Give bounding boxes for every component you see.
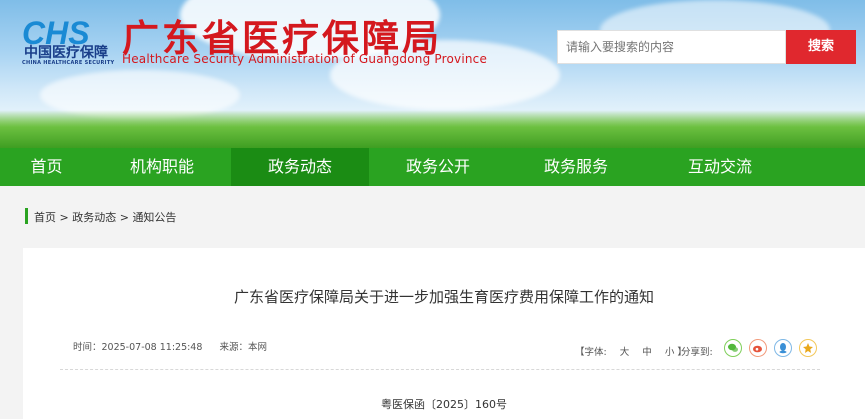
article-title: 广东省医疗保障局关于进一步加强生育医疗费用保障工作的通知 xyxy=(233,288,654,306)
nav-item-home[interactable]: 首页 xyxy=(0,148,93,186)
breadcrumb-marker xyxy=(25,208,28,224)
share-label: 分享到: xyxy=(681,347,713,358)
meta-divider xyxy=(60,369,820,370)
breadcrumb-separator: > xyxy=(119,211,129,224)
font-size-medium[interactable]: 中 xyxy=(642,347,652,358)
article-meta: 时间：2025-07-08 11:25:48 来源：本网 xyxy=(73,339,281,353)
wechat-icon[interactable] xyxy=(724,339,742,357)
logo-en-text: CHINA HEALTHCARE SECURITY xyxy=(22,60,115,66)
search-input[interactable] xyxy=(557,30,786,64)
font-size-label: 【字体: xyxy=(575,347,607,358)
breadcrumb-separator: > xyxy=(59,211,69,224)
publish-time: 时间：2025-07-08 11:25:48 xyxy=(73,342,203,353)
grass-decoration xyxy=(0,110,865,148)
breadcrumb-news[interactable]: 政务动态 xyxy=(72,211,116,224)
nav-item-news[interactable]: 政务动态 xyxy=(231,148,369,186)
article-panel: 广东省医疗保障局关于进一步加强生育医疗费用保障工作的通知 时间：2025-07-… xyxy=(23,248,865,419)
document-number: 粤医保函〔2025〕160号 xyxy=(381,398,507,411)
breadcrumb: 首页 > 政务动态 > 通知公告 xyxy=(34,209,176,225)
logo-cn-text[interactable]: 中国医疗保障 xyxy=(24,42,108,62)
breadcrumb-notice[interactable]: 通知公告 xyxy=(132,211,176,224)
site-header: CHS 中国医疗保障 CHINA HEALTHCARE SECURITY 广东省… xyxy=(0,0,865,148)
font-size-large[interactable]: 大 xyxy=(620,347,630,358)
qzone-icon[interactable] xyxy=(799,339,817,357)
qq-icon[interactable] xyxy=(774,339,792,357)
main-nav: 首页 机构职能 政务动态 政务公开 政务服务 互动交流 xyxy=(0,148,865,186)
nav-item-institution[interactable]: 机构职能 xyxy=(93,148,231,186)
weibo-icon[interactable] xyxy=(749,339,767,357)
search-button[interactable]: 搜索 xyxy=(786,30,856,64)
site-subtitle: Healthcare Security Administration of Gu… xyxy=(122,52,488,66)
breadcrumb-home[interactable]: 首页 xyxy=(34,211,56,224)
article-source: 来源：本网 xyxy=(219,342,267,353)
font-size-small[interactable]: 小 xyxy=(665,347,675,358)
nav-item-service[interactable]: 政务服务 xyxy=(507,148,645,186)
font-size-control: 【字体: 大 中 小 】 xyxy=(575,344,687,358)
nav-item-interaction[interactable]: 互动交流 xyxy=(645,148,795,186)
nav-item-public[interactable]: 政务公开 xyxy=(369,148,507,186)
